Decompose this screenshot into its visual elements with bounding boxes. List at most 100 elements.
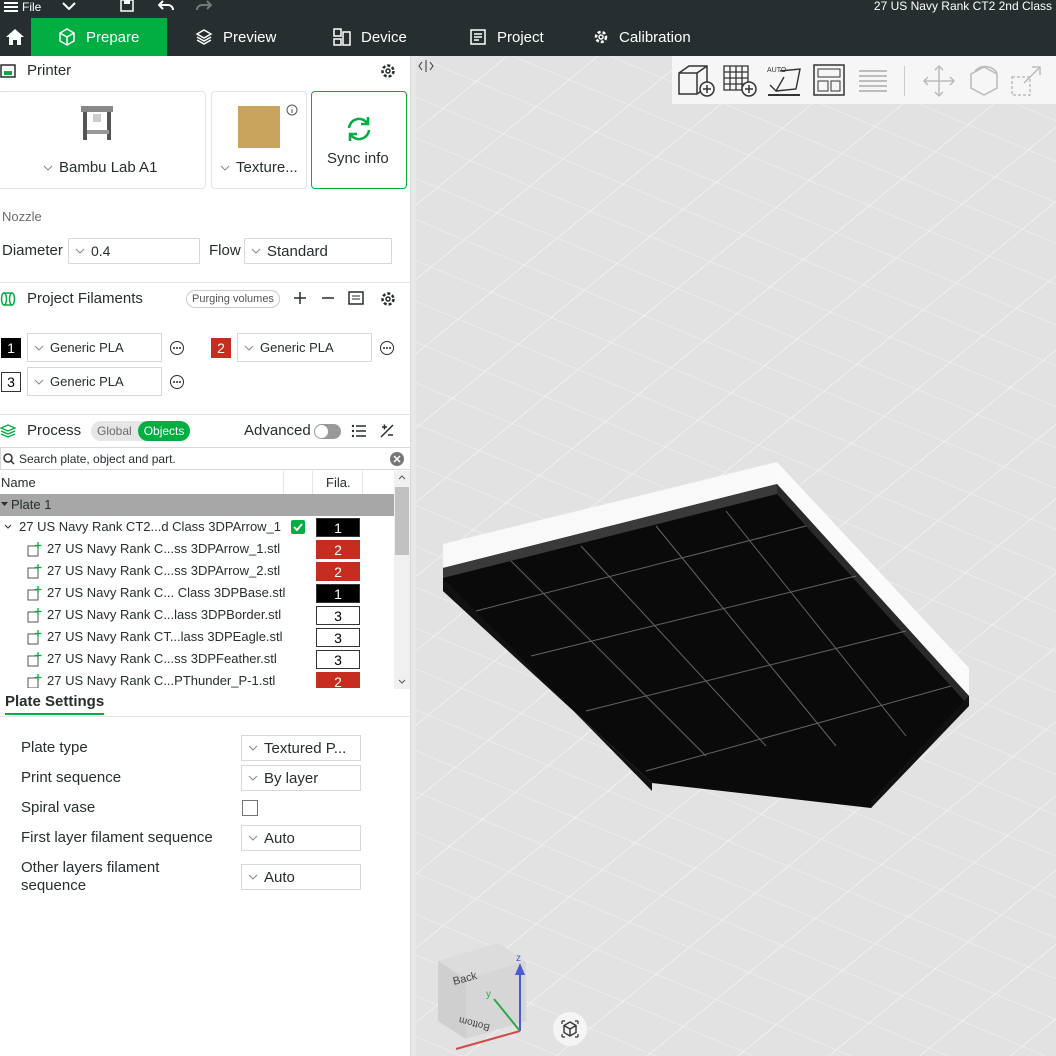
part-row[interactable]: 27 US Navy Rank C...ss 3DPArrow_2.stl 2 [0,560,394,582]
part-icon [27,542,42,557]
part-filament-box[interactable]: 3 [316,606,360,625]
collapse-sidebar-button[interactable] [418,58,434,74]
plate-type-select[interactable]: Textured P... [241,735,361,761]
chevron-down-icon[interactable] [62,2,76,10]
diameter-select[interactable]: 0.4 [68,238,200,264]
process-header-label: Process [27,422,82,439]
compare-icon[interactable] [379,423,395,439]
filament-3-more-icon[interactable] [169,374,185,390]
other-layers-sequence-select[interactable]: Auto [241,864,361,890]
home-button[interactable] [0,18,30,56]
purging-volumes-button[interactable]: Purging volumes [186,290,280,308]
part-filament-box[interactable]: 3 [316,650,360,669]
diameter-label: Diameter [2,242,63,259]
part-row[interactable]: 27 US Navy Rank C... Class 3DPBase.stl 1 [0,582,394,604]
object-name: 27 US Navy Rank CT2...d Class 3DPArrow_1 [19,519,282,534]
sync-info-label: Sync info [327,150,389,167]
first-layer-sequence-select[interactable]: Auto [241,825,361,851]
process-scope-toggle[interactable]: Global Objects [91,421,191,441]
filament-1-swatch[interactable]: 1 [1,338,21,358]
add-cube-icon[interactable] [677,63,717,97]
filament-2-more-icon[interactable] [379,340,395,356]
part-row[interactable]: 27 US Navy Rank C...ss 3DPArrow_1.stl 2 [0,538,394,560]
part-row[interactable]: 27 US Navy Rank C...PThunder_P-1.stl 2 [0,670,394,688]
tab-preview[interactable]: Preview [195,18,276,56]
filament-1-more-icon[interactable] [169,340,185,356]
plate-row[interactable]: Plate 1 [0,494,394,516]
plate-settings-tab[interactable]: Plate Settings [5,693,105,715]
part-filament-box[interactable]: 3 [316,628,360,647]
fila-column-header[interactable]: Fila. [326,475,351,490]
arrange-icon[interactable] [812,63,846,97]
filament-1-select[interactable]: Generic PLA [27,333,162,362]
print-sequence-select[interactable]: By layer [241,765,361,791]
collapse-arrow-icon[interactable] [4,524,12,529]
add-plate-icon[interactable] [722,63,758,97]
object-list-scrollbar[interactable] [394,471,410,689]
flow-select[interactable]: Standard [244,238,392,264]
part-icon [27,564,42,579]
layers-icon[interactable] [856,63,890,97]
object-row[interactable]: 27 US Navy Rank CT2...d Class 3DPArrow_1… [0,516,394,538]
scale-icon[interactable] [1008,63,1046,99]
search-icon [3,452,15,465]
filament-3-select[interactable]: Generic PLA [27,367,162,396]
tab-project[interactable]: Project [469,18,544,56]
chevron-down-icon [220,165,230,171]
part-filament-box[interactable]: 2 [316,672,360,688]
add-filament-icon[interactable] [293,291,307,305]
part-filament-box[interactable]: 2 [316,562,360,581]
filament-3-swatch[interactable]: 3 [1,372,21,392]
part-row[interactable]: 27 US Navy Rank C...lass 3DPBorder.stl 3 [0,604,394,626]
filament-2-name: Generic PLA [260,340,334,355]
rotate-icon[interactable] [965,63,1003,99]
part-row[interactable]: 27 US Navy Rank CT...lass 3DPEagle.stl 3 [0,626,394,648]
plate-card[interactable]: Texture... [211,91,307,189]
object-filament-box[interactable]: 1 [316,518,360,537]
part-filament-box[interactable]: 2 [316,540,360,559]
filament-2-select[interactable]: Generic PLA [237,333,372,362]
advanced-switch[interactable] [314,424,341,439]
scroll-up-icon[interactable] [398,475,406,480]
list-icon[interactable] [351,424,367,438]
navigation-cube[interactable]: Back Bottom z y [436,941,536,1051]
undo-icon[interactable] [158,0,174,12]
global-toggle[interactable]: Global [91,421,138,441]
checkmark-icon[interactable] [291,520,305,534]
part-row[interactable]: 27 US Navy Rank C...ss 3DPFeather.stl 3 [0,648,394,670]
sync-info-button[interactable]: Sync info [311,91,407,189]
filaments-section-header: Project Filaments Purging volumes [0,284,411,314]
plate-settings-tab-bar: Plate Settings [0,689,411,717]
file-menu[interactable]: File [4,0,41,18]
move-icon[interactable] [920,63,958,99]
tab-calibration[interactable]: Calibration [593,18,691,56]
clear-search-icon[interactable] [390,452,404,466]
3d-model[interactable] [416,56,1056,1056]
tab-device[interactable]: Device [333,18,407,56]
plate-name: Texture... [236,159,298,176]
tab-device-label: Device [361,28,407,46]
scroll-thumb[interactable] [395,487,409,555]
scroll-down-icon[interactable] [398,679,406,684]
part-filament-box[interactable]: 1 [316,584,360,603]
filament-2-swatch[interactable]: 2 [211,338,231,358]
object-search-input[interactable]: Search plate, object and part. [0,447,411,470]
collapse-arrow-icon[interactable] [1,502,8,507]
remove-filament-icon[interactable] [321,291,335,305]
info-icon[interactable] [286,104,298,116]
objects-toggle[interactable]: Objects [137,421,191,441]
redo-icon[interactable] [196,0,212,12]
spiral-vase-checkbox[interactable] [242,800,258,816]
ams-sync-icon[interactable] [348,290,366,306]
filament-settings-gear-icon[interactable] [380,291,396,307]
auto-orient-icon[interactable]: AUTO [766,63,804,97]
save-icon[interactable] [120,0,134,12]
3d-viewport[interactable]: Back Bottom z y [416,56,1056,1056]
view-reset-button[interactable] [553,1012,587,1046]
printer-settings-gear-icon[interactable] [380,63,396,79]
plate-label: Plate 1 [11,497,52,512]
printer-card[interactable]: Bambu Lab A1 [0,91,206,189]
tab-prepare[interactable]: Prepare [31,18,167,56]
process-layers-icon [0,424,16,438]
name-column-header[interactable]: Name [1,475,36,490]
